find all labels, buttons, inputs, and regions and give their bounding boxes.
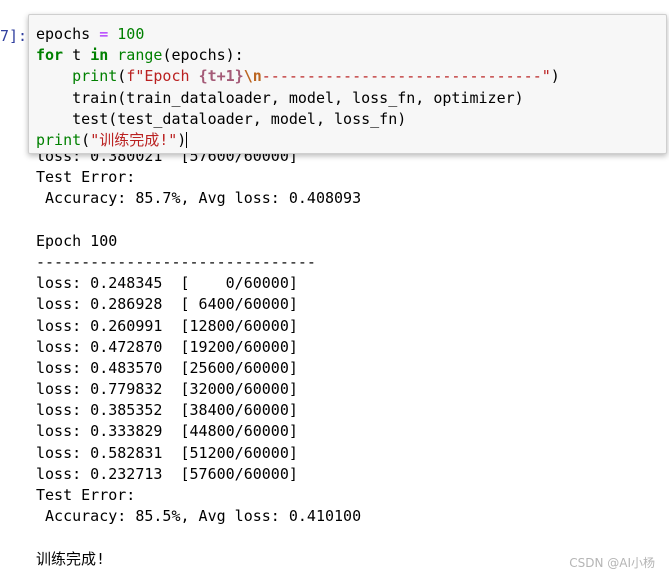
- code-token: (: [81, 130, 91, 149]
- code-line: print(f"Epoch {t+1}\n-------------------…: [36, 66, 560, 87]
- loss-line: loss: 0.333829 [44800/60000]: [36, 422, 298, 441]
- code-token: =: [99, 25, 109, 43]
- epoch-title: Epoch 100: [36, 231, 118, 250]
- loss-line: loss: 0.260991 [12800/60000]: [36, 316, 298, 335]
- code-token: print: [36, 130, 82, 149]
- code-token: 100: [117, 25, 145, 43]
- code-line: epochs = 100: [36, 24, 560, 45]
- test-error-label: Test Error:: [36, 168, 145, 187]
- code-token: ): [550, 67, 560, 86]
- code-line: for t in range(epochs):: [36, 45, 560, 66]
- loss-line: loss: 0.286928 [ 6400/60000]: [36, 295, 298, 314]
- code-token: ): [177, 130, 187, 149]
- code-token: for: [36, 46, 64, 65]
- code-token: {t+1}: [198, 67, 244, 86]
- code-editor[interactable]: epochs = 100 for t in range(epochs): prin…: [28, 14, 667, 154]
- code-token: -------------------------------": [261, 67, 551, 86]
- code-line: train(train_dataloader, model, loss_fn, …: [36, 88, 524, 107]
- code-token: range: [117, 46, 163, 65]
- code-text[interactable]: epochs = 100 for t in range(epochs): prin…: [36, 24, 560, 151]
- text-cursor: [186, 132, 188, 149]
- code-token: in: [90, 46, 109, 65]
- cell-prompt: 7]:: [0, 27, 28, 45]
- loss-line: loss: 0.472870 [19200/60000]: [36, 337, 298, 356]
- training-complete-message: 训练完成!: [36, 549, 106, 568]
- code-token: t: [63, 46, 91, 65]
- code-token: f"Epoch: [126, 67, 199, 86]
- code-token: (epochs):: [162, 46, 244, 65]
- accuracy-line: Accuracy: 85.7%, Avg loss: 0.408093: [36, 189, 362, 208]
- loss-line: loss: 0.582831 [51200/60000]: [36, 443, 298, 462]
- loss-line: loss: 0.232713 [57600/60000]: [36, 464, 298, 483]
- test-error-label: Test Error:: [36, 486, 145, 504]
- code-token: \n: [243, 67, 262, 86]
- code-token: print: [72, 67, 118, 86]
- cell-output: loss: 0.380021 [57600/60000] Test Error: …: [36, 146, 361, 570]
- code-line: print("训练完成!"): [36, 130, 560, 151]
- watermark: CSDN @AI小杨: [569, 556, 655, 570]
- loss-line: loss: 0.779832 [32000/60000]: [36, 380, 298, 399]
- code-token: (: [117, 67, 127, 86]
- loss-line: loss: 0.248345 [ 0/60000]: [36, 274, 298, 293]
- loss-line: loss: 0.483570 [25600/60000]: [36, 358, 298, 377]
- loss-line: loss: 0.385352 [38400/60000]: [36, 401, 298, 420]
- epoch-divider: -------------------------------: [36, 252, 316, 271]
- code-token: epochs: [36, 25, 100, 43]
- code-token: "训练完成!": [90, 130, 178, 149]
- code-line: test(test_dataloader, model, loss_fn): [36, 109, 407, 128]
- accuracy-line: Accuracy: 85.5%, Avg loss: 0.410100: [36, 507, 362, 526]
